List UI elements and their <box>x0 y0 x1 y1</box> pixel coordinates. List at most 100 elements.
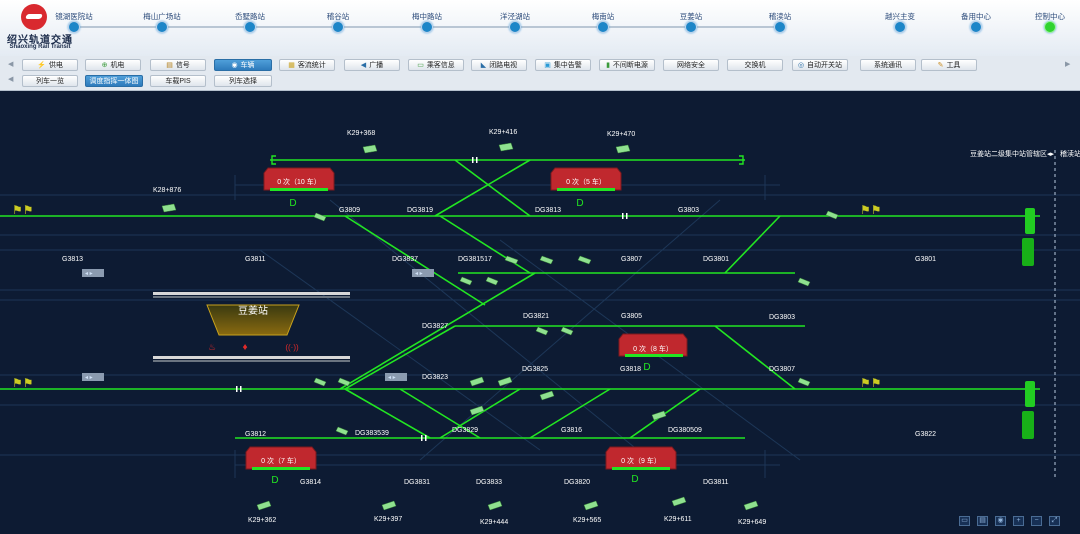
scroll-left-icon[interactable]: ◀ <box>8 60 13 68</box>
train-t5[interactable]: 0 次（9 车） D <box>605 446 677 485</box>
overview-icon[interactable]: ◉ <box>995 516 1006 526</box>
tab-ups[interactable]: ▮ 不间断电源 <box>599 59 655 71</box>
tab-power[interactable]: ⚡ 供电 <box>22 59 78 71</box>
tab-vehicle[interactable]: ◉ 车辆 <box>214 59 272 71</box>
section-label[interactable]: DG3811 <box>703 479 729 486</box>
switch-machine-icon[interactable] <box>337 377 351 387</box>
section-label[interactable]: DG3821 <box>523 313 549 320</box>
switch-machine-icon[interactable] <box>560 326 574 336</box>
switch-machine-icon[interactable] <box>313 377 327 387</box>
section-label[interactable]: G3822 <box>915 431 936 438</box>
station-dot[interactable] <box>244 21 256 33</box>
switch-machine-icon[interactable] <box>469 376 485 387</box>
station-dot[interactable] <box>156 21 168 33</box>
end-signal-icon[interactable]: ⚑⚑ <box>12 376 34 390</box>
tab-network-security[interactable]: 网络安全 <box>663 59 719 71</box>
scroll-left-icon[interactable]: ◀ <box>8 75 13 83</box>
tab-switch[interactable]: 交换机 <box>727 59 783 71</box>
switch-machine-icon[interactable] <box>797 377 811 387</box>
tab-electromechanical[interactable]: ⊕ 机电 <box>85 59 141 71</box>
station-dot[interactable] <box>774 21 786 33</box>
broadcast-alarm-icon[interactable]: ((·)) <box>285 343 299 352</box>
switch-machine-icon[interactable] <box>256 500 272 511</box>
tab-passenger-info[interactable]: ▭ 乘客信息 <box>408 59 464 71</box>
subtab-onboard-pis[interactable]: 车载PIS <box>150 75 206 87</box>
substation-dot[interactable] <box>894 21 906 33</box>
tab-central-alarm[interactable]: ▣ 集中告警 <box>535 59 591 71</box>
section-label[interactable]: G3818 <box>620 366 641 373</box>
tab-broadcast[interactable]: ◀ 广播 <box>344 59 400 71</box>
tab-tools[interactable]: ✎ 工具 <box>921 59 977 71</box>
subtab-train-select[interactable]: 列车选择 <box>214 75 272 87</box>
station-dot[interactable] <box>68 21 80 33</box>
station-dot[interactable] <box>597 21 609 33</box>
section-label[interactable]: G3812 <box>245 431 266 438</box>
section-label[interactable]: DG3833 <box>476 479 502 486</box>
switch-machine-icon[interactable] <box>504 255 519 265</box>
tab-cctv[interactable]: ◣ 闭路电视 <box>471 59 527 71</box>
switch-machine-icon[interactable] <box>743 500 759 511</box>
scroll-right-icon[interactable]: ▶ <box>1065 60 1070 68</box>
section-label[interactable]: G3816 <box>561 427 582 434</box>
switch-machine-icon[interactable] <box>485 276 499 286</box>
section-label[interactable]: DG3827 <box>422 323 448 330</box>
section-label[interactable]: G3803 <box>678 207 699 214</box>
signal-block[interactable] <box>1022 238 1034 266</box>
alarm-arrow-icon[interactable]: ♦ <box>242 342 247 353</box>
switch-machine-icon[interactable] <box>539 390 555 401</box>
station-dot[interactable] <box>332 21 344 33</box>
section-label[interactable]: DG3807 <box>769 366 795 373</box>
fullscreen-icon[interactable]: ⤢ <box>1049 516 1060 526</box>
section-label[interactable]: DG381517 <box>458 256 492 263</box>
switch-machine-icon[interactable] <box>497 376 513 387</box>
tab-system-communication[interactable]: 系统通讯 <box>860 59 916 71</box>
tab-passenger-flow[interactable]: ▦ 客流统计 <box>279 59 335 71</box>
switch-machine-icon[interactable] <box>335 426 349 436</box>
section-label[interactable]: G3813 <box>62 256 83 263</box>
signal-block[interactable] <box>1022 411 1034 439</box>
section-label[interactable]: G3805 <box>621 313 642 320</box>
station-dot[interactable] <box>685 21 697 33</box>
section-label[interactable]: DG3823 <box>422 374 448 381</box>
switch-machine-icon[interactable] <box>615 144 631 154</box>
backup-center-dot[interactable] <box>970 21 982 33</box>
section-label[interactable]: DG3801 <box>703 256 729 263</box>
zoom-in-icon[interactable]: + <box>1013 516 1024 526</box>
layers-icon[interactable]: ▤ <box>977 516 988 526</box>
zoom-fit-icon[interactable]: ▭ <box>959 516 970 526</box>
section-label[interactable]: DG3820 <box>564 479 590 486</box>
control-center-dot[interactable] <box>1044 21 1056 33</box>
end-signal-icon[interactable]: ⚑⚑ <box>12 203 34 217</box>
end-signal-icon[interactable]: ⚑⚑ <box>860 376 882 390</box>
switch-machine-icon[interactable] <box>671 496 687 507</box>
subtab-train-list[interactable]: 列车一览 <box>22 75 78 87</box>
switch-machine-icon[interactable] <box>362 144 378 154</box>
switch-machine-icon[interactable] <box>469 405 485 416</box>
switch-machine-icon[interactable] <box>583 500 599 511</box>
switch-machine-icon[interactable] <box>487 500 503 511</box>
switch-machine-icon[interactable] <box>535 326 549 336</box>
switch-machine-icon[interactable] <box>797 277 811 287</box>
station-dot[interactable] <box>421 21 433 33</box>
train-t1[interactable]: 0 次（10 车） D <box>263 167 335 209</box>
section-label[interactable]: DG3813 <box>535 207 561 214</box>
switch-machine-icon[interactable] <box>498 142 514 152</box>
section-label[interactable]: G3811 <box>245 256 266 263</box>
section-label[interactable]: DG383539 <box>355 430 389 437</box>
section-label[interactable]: DG3829 <box>452 427 478 434</box>
fire-alarm-icon[interactable]: ♨ <box>208 342 216 352</box>
section-label[interactable]: DG3819 <box>407 207 433 214</box>
section-label[interactable]: DG3831 <box>404 479 430 486</box>
section-label[interactable]: DG3803 <box>769 314 795 321</box>
subtab-dispatch-diagram[interactable]: 调度指挥一体图 <box>85 75 143 87</box>
switch-machine-icon[interactable] <box>539 255 554 265</box>
section-label[interactable]: DG3825 <box>522 366 548 373</box>
end-signal-icon[interactable]: ⚑⚑ <box>860 203 882 217</box>
switch-machine-icon[interactable] <box>161 203 177 213</box>
section-label[interactable]: DG380509 <box>668 427 702 434</box>
section-label[interactable]: G3814 <box>300 479 321 486</box>
switch-machine-icon[interactable] <box>459 276 473 286</box>
signal-block[interactable] <box>1025 381 1035 407</box>
section-label[interactable]: G3807 <box>621 256 642 263</box>
switch-machine-icon[interactable] <box>577 255 592 265</box>
